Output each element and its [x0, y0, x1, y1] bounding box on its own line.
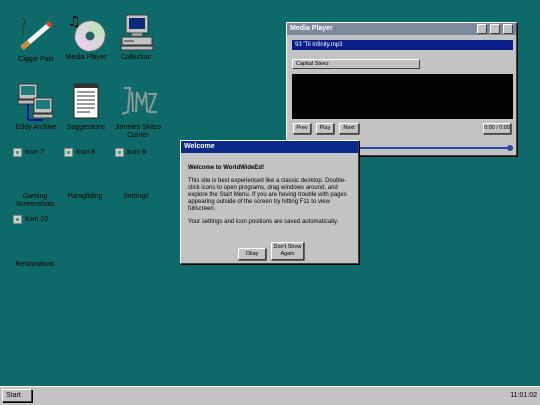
playlist-select[interactable]: Capital Steez: [292, 59, 420, 69]
desktop-icon-eddy-archive[interactable]: Eddy Archive: [8, 82, 64, 132]
prev-button[interactable]: Prev: [293, 123, 311, 134]
next-label: Next: [343, 125, 355, 131]
visualizer-display: [292, 74, 513, 119]
svg-text:♫: ♫: [68, 14, 81, 30]
jimz-graffiti-icon: [118, 82, 158, 122]
clock-text: 11:01:02: [510, 392, 537, 399]
desktop-icon-restorations[interactable]: Restorations: [5, 261, 65, 269]
desktop-icon-ciggie-pals[interactable]: Ciggie Pals: [8, 13, 64, 64]
broken-image-icon: [64, 148, 73, 157]
media-player-window[interactable]: Media Player 93 'Til Infinity.mp3 Capita…: [286, 22, 517, 156]
cigarette-icon: [16, 13, 56, 54]
cd-music-icon: ♫: [66, 12, 106, 52]
icon-label: Suggestions: [66, 124, 106, 131]
icon-label: Jimmies Skitzo Corner: [114, 124, 162, 139]
icon-label: Icon 7: [25, 149, 45, 156]
welcome-titlebar[interactable]: Welcome: [181, 141, 358, 153]
notepad-icon: [66, 82, 106, 122]
icon-label: Restorations: [15, 261, 55, 268]
close-button[interactable]: [503, 24, 513, 34]
media-player-titlebar[interactable]: Media Player: [287, 23, 516, 35]
desktop-icon-jimmies-skitzo-corner[interactable]: Jimmies Skitzo Corner: [110, 82, 166, 140]
start-button[interactable]: Start: [2, 389, 32, 402]
okay-label: Okay: [245, 251, 259, 257]
maximize-button[interactable]: [490, 24, 500, 34]
desktop-icon-media-player[interactable]: ♫ Media Player: [58, 12, 114, 62]
dont-show-again-button[interactable]: Don't Show Again: [271, 242, 304, 260]
taskbar-clock: 11:01:02: [510, 390, 537, 402]
play-label: Play: [319, 125, 331, 131]
icon-label: Icon 9: [127, 149, 147, 156]
icon-label: Icon 8: [76, 149, 96, 156]
desktop-icon-icon-7[interactable]: Icon 7: [13, 148, 44, 157]
icon-label: Eddy Archive: [15, 124, 57, 131]
desktop-icon-collection[interactable]: Collection: [108, 12, 164, 62]
icon-label: Media Player: [65, 54, 107, 61]
time-display: 0:00 / 0:00: [483, 123, 511, 134]
start-label: Start: [6, 392, 21, 399]
dont-show-label: Don't Show Again: [273, 244, 302, 257]
next-button[interactable]: Next: [339, 123, 359, 134]
time-label: 0:00 / 0:00: [484, 125, 510, 131]
icon-label: Collection: [120, 54, 152, 61]
desktop-icon-suggestions[interactable]: Suggestions: [58, 82, 114, 132]
desktop-icon-icon-9[interactable]: Icon 9: [115, 148, 146, 157]
dialog-text-1: This site is best experienced like a cla…: [188, 178, 347, 212]
track-name: 93 'Til Infinity.mp3: [295, 42, 343, 48]
dialog-text-2: Your settings and icon positions are sav…: [188, 219, 339, 225]
now-playing-track: 93 'Til Infinity.mp3: [292, 40, 513, 50]
taskbar: Start 11:01:02: [0, 386, 540, 405]
desktop-icon-icon-10[interactable]: Icon 10: [13, 215, 48, 224]
icon-label: Icon 10: [25, 216, 48, 223]
broken-image-icon: [13, 215, 22, 224]
volume-handle[interactable]: [507, 145, 513, 151]
okay-button[interactable]: Okay: [238, 248, 266, 260]
icon-label: Ciggie Pals: [18, 56, 54, 63]
broken-image-icon: [13, 148, 22, 157]
icon-label: Settings: [123, 193, 149, 200]
network-computers-icon: [16, 82, 56, 122]
dialog-title: Welcome: [184, 143, 215, 150]
minimize-button[interactable]: [477, 24, 487, 34]
desktop-icon-settings[interactable]: Settings: [106, 193, 166, 201]
window-title: Media Player: [290, 25, 333, 32]
prev-label: Prev: [296, 125, 308, 131]
desktop-icon-icon-8[interactable]: Icon 8: [64, 148, 95, 157]
welcome-dialog[interactable]: Welcome Welcome to WorldWideEd! This sit…: [180, 140, 359, 264]
icon-label: Paragliding: [67, 193, 103, 200]
dialog-body: Welcome to WorldWideEd! This site is bes…: [188, 165, 353, 226]
broken-image-icon: [115, 148, 124, 157]
computer-icon: [116, 12, 156, 52]
dialog-heading: Welcome to WorldWideEd!: [188, 165, 265, 171]
play-button[interactable]: Play: [316, 123, 334, 134]
playlist-label: Capital Steez: [296, 61, 329, 67]
icon-label: Gaming Screenshots: [15, 193, 55, 208]
